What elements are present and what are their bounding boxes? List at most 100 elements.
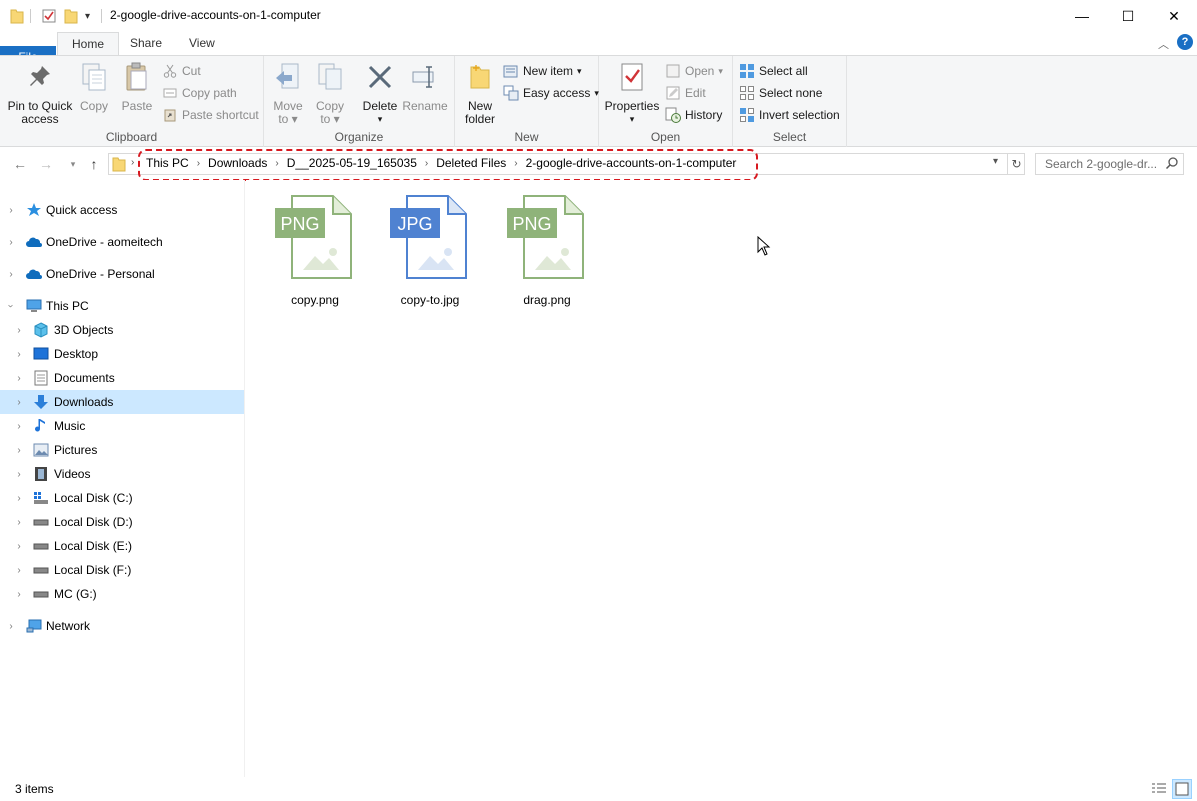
- help-icon[interactable]: ?: [1177, 34, 1193, 50]
- sidebar-item-local-disk-f[interactable]: › Local Disk (F:): [0, 558, 244, 582]
- move-to-label-line2: to ▾: [278, 112, 298, 126]
- sidebar-item-3d-objects[interactable]: › 3D Objects: [0, 318, 244, 342]
- chevron-right-icon[interactable]: ›: [14, 493, 24, 504]
- sidebar-item-desktop[interactable]: › Desktop: [0, 342, 244, 366]
- file-item-drag-png[interactable]: PNG drag.png: [502, 194, 592, 307]
- chevron-right-icon[interactable]: ›: [14, 541, 24, 552]
- properties-button[interactable]: Properties ▾: [604, 60, 660, 126]
- sidebar-item-onedrive-aomeitech[interactable]: › OneDrive - aomeitech: [0, 230, 244, 254]
- cut-label: Cut: [182, 64, 201, 78]
- minimize-button[interactable]: —: [1059, 0, 1105, 32]
- sidebar-item-local-disk-c[interactable]: › Local Disk (C:): [0, 486, 244, 510]
- file-item-copy-to-jpg[interactable]: JPG copy-to.jpg: [385, 194, 475, 307]
- file-name: copy.png: [291, 293, 339, 307]
- rename-button[interactable]: Rename: [402, 60, 448, 113]
- tab-view[interactable]: View: [175, 32, 229, 55]
- sidebar-item-network[interactable]: › Network: [0, 614, 244, 638]
- select-none-button[interactable]: Select none: [739, 84, 822, 102]
- address-history-dropdown[interactable]: ▾: [993, 156, 998, 167]
- customize-quick-access-icon[interactable]: ▾: [85, 7, 90, 25]
- select-all-icon: [739, 63, 755, 79]
- chevron-right-icon[interactable]: ›: [6, 205, 16, 216]
- paste-label: Paste: [121, 99, 153, 113]
- chevron-right-icon[interactable]: ›: [6, 237, 16, 248]
- sidebar-item-local-disk-e[interactable]: › Local Disk (E:): [0, 534, 244, 558]
- sidebar-item-this-pc[interactable]: › This PC: [0, 294, 244, 318]
- invert-selection-button[interactable]: Invert selection: [739, 106, 840, 124]
- pin-icon: [24, 60, 56, 94]
- sidebar-item-onedrive-personal[interactable]: › OneDrive - Personal: [0, 262, 244, 286]
- window-title: 2-google-drive-accounts-on-1-computer: [110, 8, 321, 22]
- chevron-right-icon[interactable]: ›: [14, 373, 24, 384]
- properties-quick-icon[interactable]: [41, 7, 57, 25]
- recent-locations-button[interactable]: ▾: [63, 154, 83, 174]
- chevron-right-icon[interactable]: ›: [14, 349, 24, 360]
- easy-access-button[interactable]: Easy access ▾: [503, 84, 599, 102]
- edit-button[interactable]: Edit: [665, 84, 706, 102]
- chevron-right-icon[interactable]: ›: [14, 421, 24, 432]
- sidebar-item-downloads[interactable]: › Downloads: [0, 390, 244, 414]
- drive-icon: [33, 586, 49, 602]
- new-folder-quick-icon[interactable]: [64, 7, 78, 25]
- select-all-button[interactable]: Select all: [739, 62, 808, 80]
- move-to-icon: [272, 60, 304, 94]
- sidebar-item-quick-access[interactable]: › Quick access: [0, 198, 244, 222]
- sidebar-item-videos[interactable]: › Videos: [0, 462, 244, 486]
- large-icons-view-button[interactable]: [1172, 779, 1192, 799]
- paste-shortcut-button[interactable]: Paste shortcut: [162, 106, 259, 124]
- edit-label: Edit: [685, 86, 706, 100]
- divider: [101, 9, 102, 23]
- rename-label: Rename: [402, 99, 448, 113]
- collapse-ribbon-icon[interactable]: ︿: [1158, 36, 1169, 52]
- up-button[interactable]: ↑: [84, 154, 104, 174]
- chevron-down-icon: ▾: [577, 65, 582, 76]
- sidebar-label: Local Disk (F:): [54, 563, 132, 577]
- sidebar-item-music[interactable]: › Music: [0, 414, 244, 438]
- back-button[interactable]: ←: [10, 154, 30, 174]
- refresh-icon: ↻: [1011, 157, 1022, 171]
- copy-path-button[interactable]: Copy path: [162, 84, 237, 102]
- tab-home[interactable]: Home: [57, 32, 120, 56]
- chevron-right-icon[interactable]: ›: [14, 517, 24, 528]
- open-group: Properties ▾ Open ▾ Edit History Open: [599, 56, 733, 147]
- chevron-right-icon[interactable]: ›: [14, 325, 24, 336]
- chevron-right-icon[interactable]: ›: [14, 565, 24, 576]
- sidebar-item-documents[interactable]: › Documents: [0, 366, 244, 390]
- tab-share[interactable]: Share: [116, 32, 176, 55]
- details-view-button[interactable]: [1149, 779, 1169, 799]
- sidebar-label: Music: [54, 419, 86, 433]
- delete-button[interactable]: Delete ▾: [360, 60, 400, 126]
- paste-button[interactable]: Paste: [118, 60, 156, 113]
- sidebar-item-pictures[interactable]: › Pictures: [0, 438, 244, 462]
- copy-to-button[interactable]: Copy to ▾: [312, 60, 348, 126]
- chevron-right-icon[interactable]: ›: [14, 445, 24, 456]
- chevron-right-icon[interactable]: ›: [6, 269, 16, 280]
- chevron-down-icon[interactable]: ›: [6, 301, 17, 311]
- properties-label: Properties: [604, 99, 660, 113]
- chevron-right-icon[interactable]: ›: [14, 397, 24, 408]
- chevron-right-icon[interactable]: ›: [14, 469, 24, 480]
- new-folder-button[interactable]: New folder: [460, 60, 500, 126]
- sidebar-item-mc-g[interactable]: › MC (G:): [0, 582, 244, 606]
- sidebar-item-local-disk-d[interactable]: › Local Disk (D:): [0, 510, 244, 534]
- search-input[interactable]: Search 2-google-dr...: [1035, 153, 1184, 175]
- file-item-copy-png[interactable]: PNG copy.png: [270, 194, 360, 307]
- open-button[interactable]: Open ▾: [665, 62, 723, 80]
- history-button[interactable]: History: [665, 106, 722, 124]
- new-group: New folder New item ▾ Easy access ▾ New: [455, 56, 599, 147]
- sidebar-label: Documents: [54, 371, 115, 385]
- pin-to-quick-access-button[interactable]: Pin to Quick access: [6, 60, 74, 126]
- forward-button[interactable]: →: [36, 154, 56, 174]
- move-to-button[interactable]: Move to ▾: [270, 60, 306, 126]
- refresh-button[interactable]: ↻: [1007, 154, 1025, 174]
- easy-access-icon: [503, 85, 519, 101]
- new-item-button[interactable]: New item ▾: [503, 62, 582, 80]
- cut-button[interactable]: Cut: [162, 62, 201, 80]
- scissors-icon: [162, 63, 178, 79]
- chevron-right-icon[interactable]: ›: [6, 621, 16, 632]
- close-button[interactable]: ✕: [1151, 0, 1197, 32]
- maximize-button[interactable]: ☐: [1105, 0, 1151, 32]
- copy-button[interactable]: Copy: [76, 60, 112, 113]
- chevron-right-icon[interactable]: ›: [14, 589, 24, 600]
- sidebar-label: MC (G:): [54, 587, 97, 601]
